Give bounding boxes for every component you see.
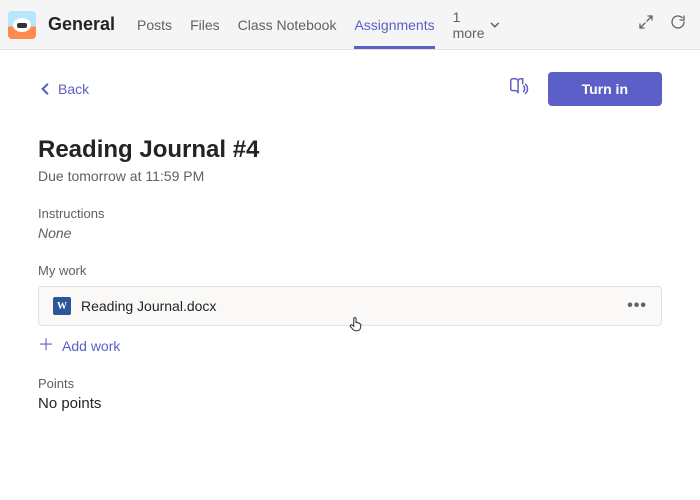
content: Back Turn in Reading Journal #4 Due tomo… [0, 50, 700, 422]
add-work-button[interactable]: ＋ Add work [38, 338, 662, 354]
immersive-reader-button[interactable] [508, 76, 530, 103]
immersive-reader-icon [508, 76, 530, 98]
tab-more-label: 1 more [453, 9, 485, 41]
refresh-icon[interactable] [670, 14, 686, 35]
topbar: General Posts Files Class Notebook Assig… [0, 0, 700, 50]
my-work-label: My work [38, 263, 662, 278]
tab-files[interactable]: Files [190, 0, 220, 49]
team-avatar [8, 11, 36, 39]
file-more-button[interactable]: ••• [627, 297, 647, 315]
instructions-label: Instructions [38, 206, 662, 221]
points-label: Points [38, 376, 662, 391]
chevron-left-icon [38, 82, 52, 96]
file-attachment[interactable]: Reading Journal.docx ••• [38, 286, 662, 326]
tabs: Posts Files Class Notebook Assignments 1… [137, 0, 500, 49]
assignment-due: Due tomorrow at 11:59 PM [38, 168, 662, 184]
back-label: Back [58, 81, 89, 97]
header-row: Back Turn in [38, 72, 662, 106]
tab-class-notebook[interactable]: Class Notebook [238, 0, 337, 49]
instructions-value: None [38, 225, 662, 241]
popout-icon[interactable] [638, 14, 654, 35]
chevron-down-icon [489, 19, 501, 31]
points-value: No points [38, 395, 662, 412]
topbar-actions [638, 14, 686, 35]
cursor-hand-icon [347, 315, 365, 338]
file-name: Reading Journal.docx [81, 298, 216, 314]
channel-name: General [48, 14, 115, 35]
tab-assignments[interactable]: Assignments [354, 0, 434, 49]
tab-posts[interactable]: Posts [137, 0, 172, 49]
turn-in-button[interactable]: Turn in [548, 72, 662, 106]
back-button[interactable]: Back [38, 81, 89, 97]
assignment-title: Reading Journal #4 [38, 136, 662, 164]
tab-more[interactable]: 1 more [453, 9, 501, 41]
plus-icon: ＋ [38, 338, 54, 354]
add-work-label: Add work [62, 338, 120, 354]
word-file-icon [53, 297, 71, 315]
